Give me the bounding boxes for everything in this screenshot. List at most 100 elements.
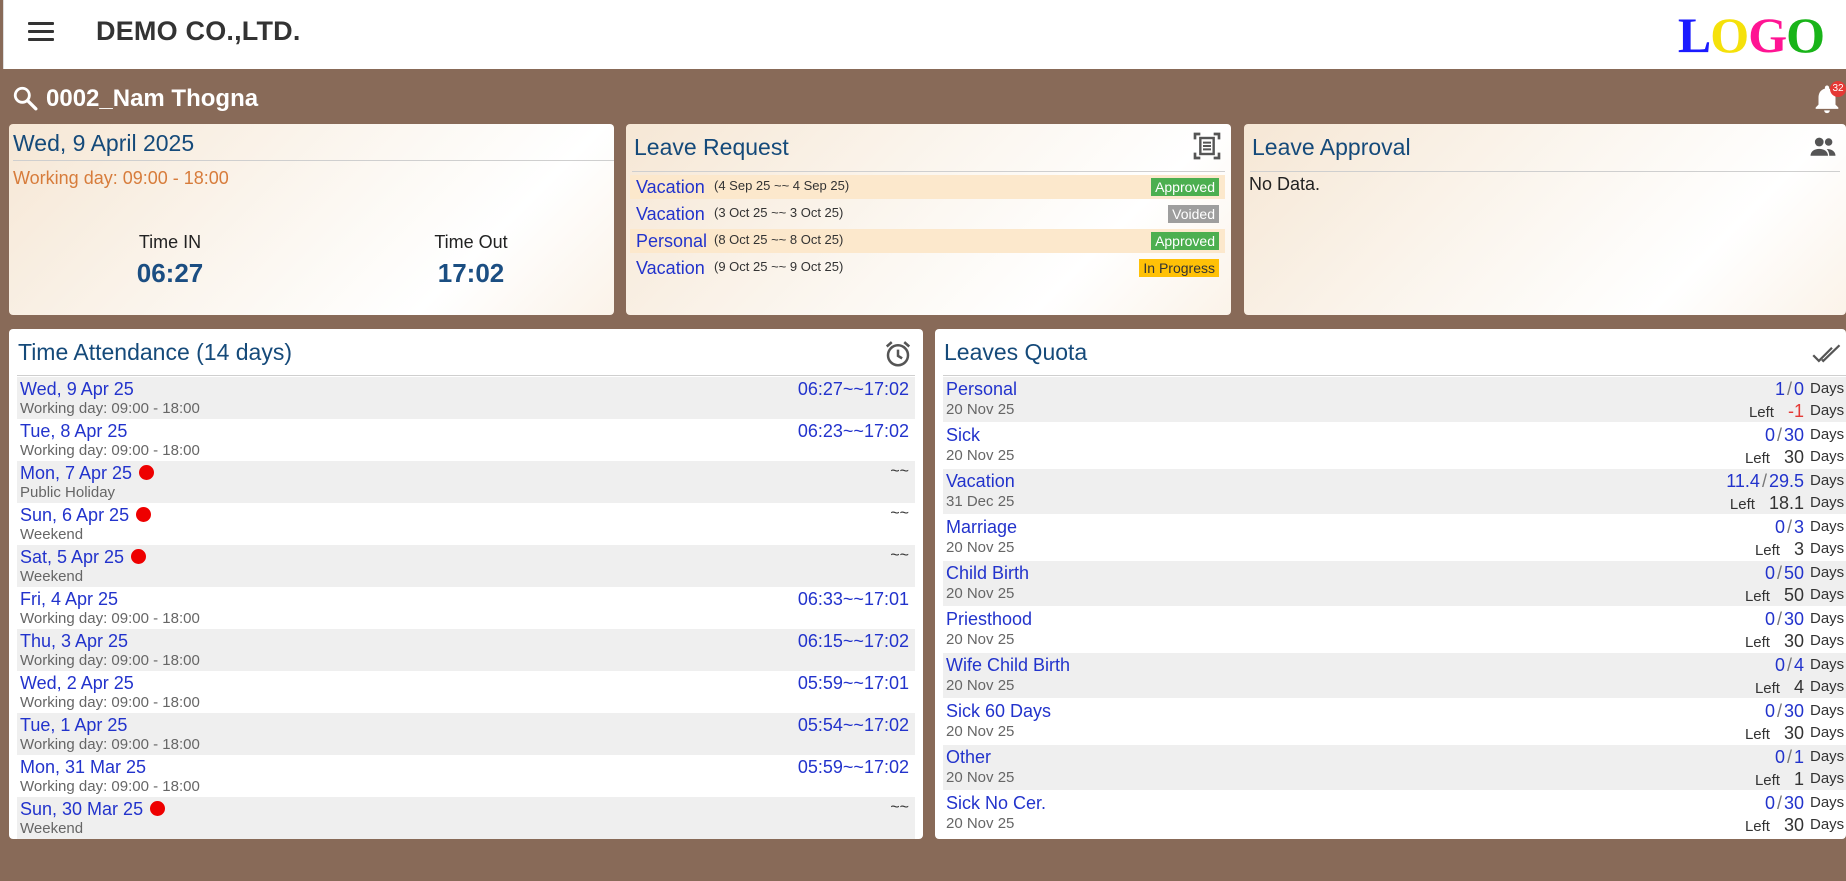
days-label: Days (1810, 724, 1845, 741)
leave-type[interactable]: Personal (636, 231, 707, 252)
quota-left: Left 4 (1754, 677, 1804, 697)
attendance-time: ~~ (890, 799, 909, 816)
attendance-row[interactable]: Mon, 31 Mar 25 Working day: 09:00 - 18:0… (17, 755, 915, 797)
quota-date: 20 Nov 25 (946, 447, 1015, 464)
quota-name: Vacation (946, 471, 1015, 491)
leave-request-item[interactable]: Personal (8 Oct 25 ~~ 8 Oct 25) Approved (630, 229, 1225, 253)
logo: LOGO (1677, 6, 1825, 64)
attendance-row[interactable]: Tue, 1 Apr 25 Working day: 09:00 - 18:00… (17, 713, 915, 755)
quota-used-total: 0/30 (1764, 701, 1804, 721)
quota-date: 20 Nov 25 (946, 723, 1015, 740)
quota-left: Left 1 (1754, 769, 1804, 789)
leave-request-card[interactable]: Leave Request Vacation (4 Sep 25 ~~ 4 Se… (626, 124, 1231, 315)
days-label: Days (1810, 472, 1845, 489)
leave-range: (3 Oct 25 ~~ 3 Oct 25) (714, 205, 844, 220)
quota-row[interactable]: Sick No Cer. 20 Nov 25 0/30 Days Left 30 Days (943, 791, 1846, 836)
attendance-row[interactable]: Sun, 6 Apr 25 Weekend ~~ (17, 503, 915, 545)
quota-date: 20 Nov 25 (946, 631, 1015, 648)
days-label: Days (1810, 380, 1845, 397)
time-in-label: Time IN (138, 232, 202, 252)
attendance-row[interactable]: Sun, 30 Mar 25 Weekend ~~ (17, 797, 915, 839)
attendance-day-type: Weekend (20, 820, 84, 837)
quota-row[interactable]: Child Birth 20 Nov 25 0/50 Days Left 50 Days (943, 561, 1846, 606)
quota-name: Sick (946, 425, 981, 445)
quota-used-total: 0/4 (1774, 655, 1804, 675)
quota-date: 31 Dec 25 (946, 493, 1015, 510)
attendance-time: 06:33~~17:01 (797, 589, 909, 609)
quota-left: Left 18.1 (1729, 493, 1804, 513)
quota-left: Left 50 (1744, 585, 1804, 605)
days-label: Days (1810, 610, 1845, 627)
quota-row[interactable]: Vacation 31 Dec 25 11.4/29.5 Days Left 18.1 Da… (943, 469, 1846, 514)
leave-request-item[interactable]: Vacation (4 Sep 25 ~~ 4 Sep 25) Approved (630, 175, 1225, 199)
divider (943, 375, 1846, 376)
quota-row[interactable]: Other 20 Nov 25 0/1 Days Left 1 Days (943, 745, 1846, 790)
days-label: Days (1810, 770, 1845, 787)
quota-left: Left -1 (1748, 401, 1804, 421)
quota-row[interactable]: Wife Child Birth 20 Nov 25 0/4 Days Left 4 Day… (943, 653, 1846, 698)
attendance-list[interactable]: Wed, 9 Apr 25 Working day: 09:00 - 18:00… (9, 377, 923, 839)
leave-type[interactable]: Vacation (636, 177, 705, 198)
card-title: Time Attendance (14 days) (18, 339, 293, 365)
list-icon[interactable] (1191, 130, 1223, 162)
quota-row[interactable]: Priesthood 20 Nov 25 0/30 Days Left 30 Days (943, 607, 1846, 652)
attendance-date: Sun, 6 Apr 25 (20, 505, 152, 526)
attendance-time: 06:23~~17:02 (797, 421, 909, 441)
attendance-row[interactable]: Mon, 7 Apr 25 Public Holiday ~~ (17, 461, 915, 503)
leave-request-item[interactable]: Vacation (9 Oct 25 ~~ 9 Oct 25) In Progr… (630, 256, 1225, 280)
attendance-date: Sun, 30 Mar 25 (20, 799, 166, 820)
quota-used-total: 0/30 (1764, 793, 1804, 813)
attendance-day-type: Working day: 09:00 - 18:00 (20, 400, 200, 417)
holiday-dot-icon (139, 465, 155, 480)
quota-used-total: 0/30 (1764, 609, 1804, 629)
status-badge: In Progress (1139, 259, 1219, 277)
quota-used-total: 0/30 (1764, 425, 1804, 445)
leave-type[interactable]: Vacation (636, 258, 705, 279)
people-icon[interactable] (1808, 132, 1838, 162)
attendance-time: ~~ (890, 463, 909, 480)
quota-date: 20 Nov 25 (946, 769, 1015, 786)
quota-name: Marriage (946, 517, 1018, 537)
leave-type[interactable]: Vacation (636, 204, 705, 225)
quota-date: 20 Nov 25 (946, 815, 1015, 832)
time-in-value: 06:27 (136, 258, 204, 288)
days-label: Days (1810, 402, 1845, 419)
attendance-row[interactable]: Wed, 2 Apr 25 Working day: 09:00 - 18:00… (17, 671, 915, 713)
days-label: Days (1810, 426, 1845, 443)
leave-request-item[interactable]: Vacation (3 Oct 25 ~~ 3 Oct 25) Voided (630, 202, 1225, 226)
quota-used-total: 0/50 (1764, 563, 1804, 583)
card-title: Leave Request (634, 134, 789, 160)
quota-row[interactable]: Personal 20 Nov 25 1/0 Days Left -1 Days (943, 377, 1846, 422)
attendance-row[interactable]: Fri, 4 Apr 25 Working day: 09:00 - 18:00… (17, 587, 915, 629)
days-label: Days (1810, 564, 1845, 581)
attendance-day-type: Working day: 09:00 - 18:00 (20, 442, 200, 459)
quota-list[interactable]: Personal 20 Nov 25 1/0 Days Left -1 Days Sick 20… (935, 377, 1846, 839)
quota-row[interactable]: Marriage 20 Nov 25 0/3 Days Left 3 Days (943, 515, 1846, 560)
today-card: Wed, 9 April 2025 Working day: 09:00 - 1… (9, 124, 614, 315)
quota-name: Personal (946, 379, 1018, 399)
attendance-time: 05:59~~17:02 (797, 757, 909, 777)
attendance-date: Wed, 2 Apr 25 (20, 673, 134, 693)
leave-approval-card[interactable]: Leave Approval No Data. (1244, 124, 1846, 315)
attendance-date: Tue, 1 Apr 25 (20, 715, 128, 735)
menu-icon[interactable] (28, 22, 54, 42)
attendance-date: Mon, 7 Apr 25 (20, 463, 155, 484)
attendance-row[interactable]: Tue, 8 Apr 25 Working day: 09:00 - 18:00… (17, 419, 915, 461)
attendance-date: Fri, 4 Apr 25 (20, 589, 119, 609)
status-badge: Approved (1151, 178, 1219, 196)
quota-row[interactable]: Sick 20 Nov 25 0/30 Days Left 30 Days (943, 423, 1846, 468)
card-title: Leaves Quota (944, 339, 1088, 365)
alarm-clock-icon[interactable] (883, 339, 913, 369)
logo-letter: O (1710, 7, 1749, 63)
days-label: Days (1810, 518, 1845, 535)
quota-date: 20 Nov 25 (946, 677, 1015, 694)
logo-letter: L (1677, 7, 1711, 63)
attendance-date: Tue, 8 Apr 25 (20, 421, 128, 441)
attendance-row[interactable]: Sat, 5 Apr 25 Weekend ~~ (17, 545, 915, 587)
attendance-row[interactable]: Thu, 3 Apr 25 Working day: 09:00 - 18:00… (17, 629, 915, 671)
search-icon[interactable] (12, 85, 38, 111)
quota-row[interactable]: Sick 60 Days 20 Nov 25 0/30 Days Left 30 Days (943, 699, 1846, 744)
attendance-row[interactable]: Wed, 9 Apr 25 Working day: 09:00 - 18:00… (17, 377, 915, 419)
days-label: Days (1810, 494, 1845, 511)
double-check-icon[interactable] (1812, 339, 1842, 369)
